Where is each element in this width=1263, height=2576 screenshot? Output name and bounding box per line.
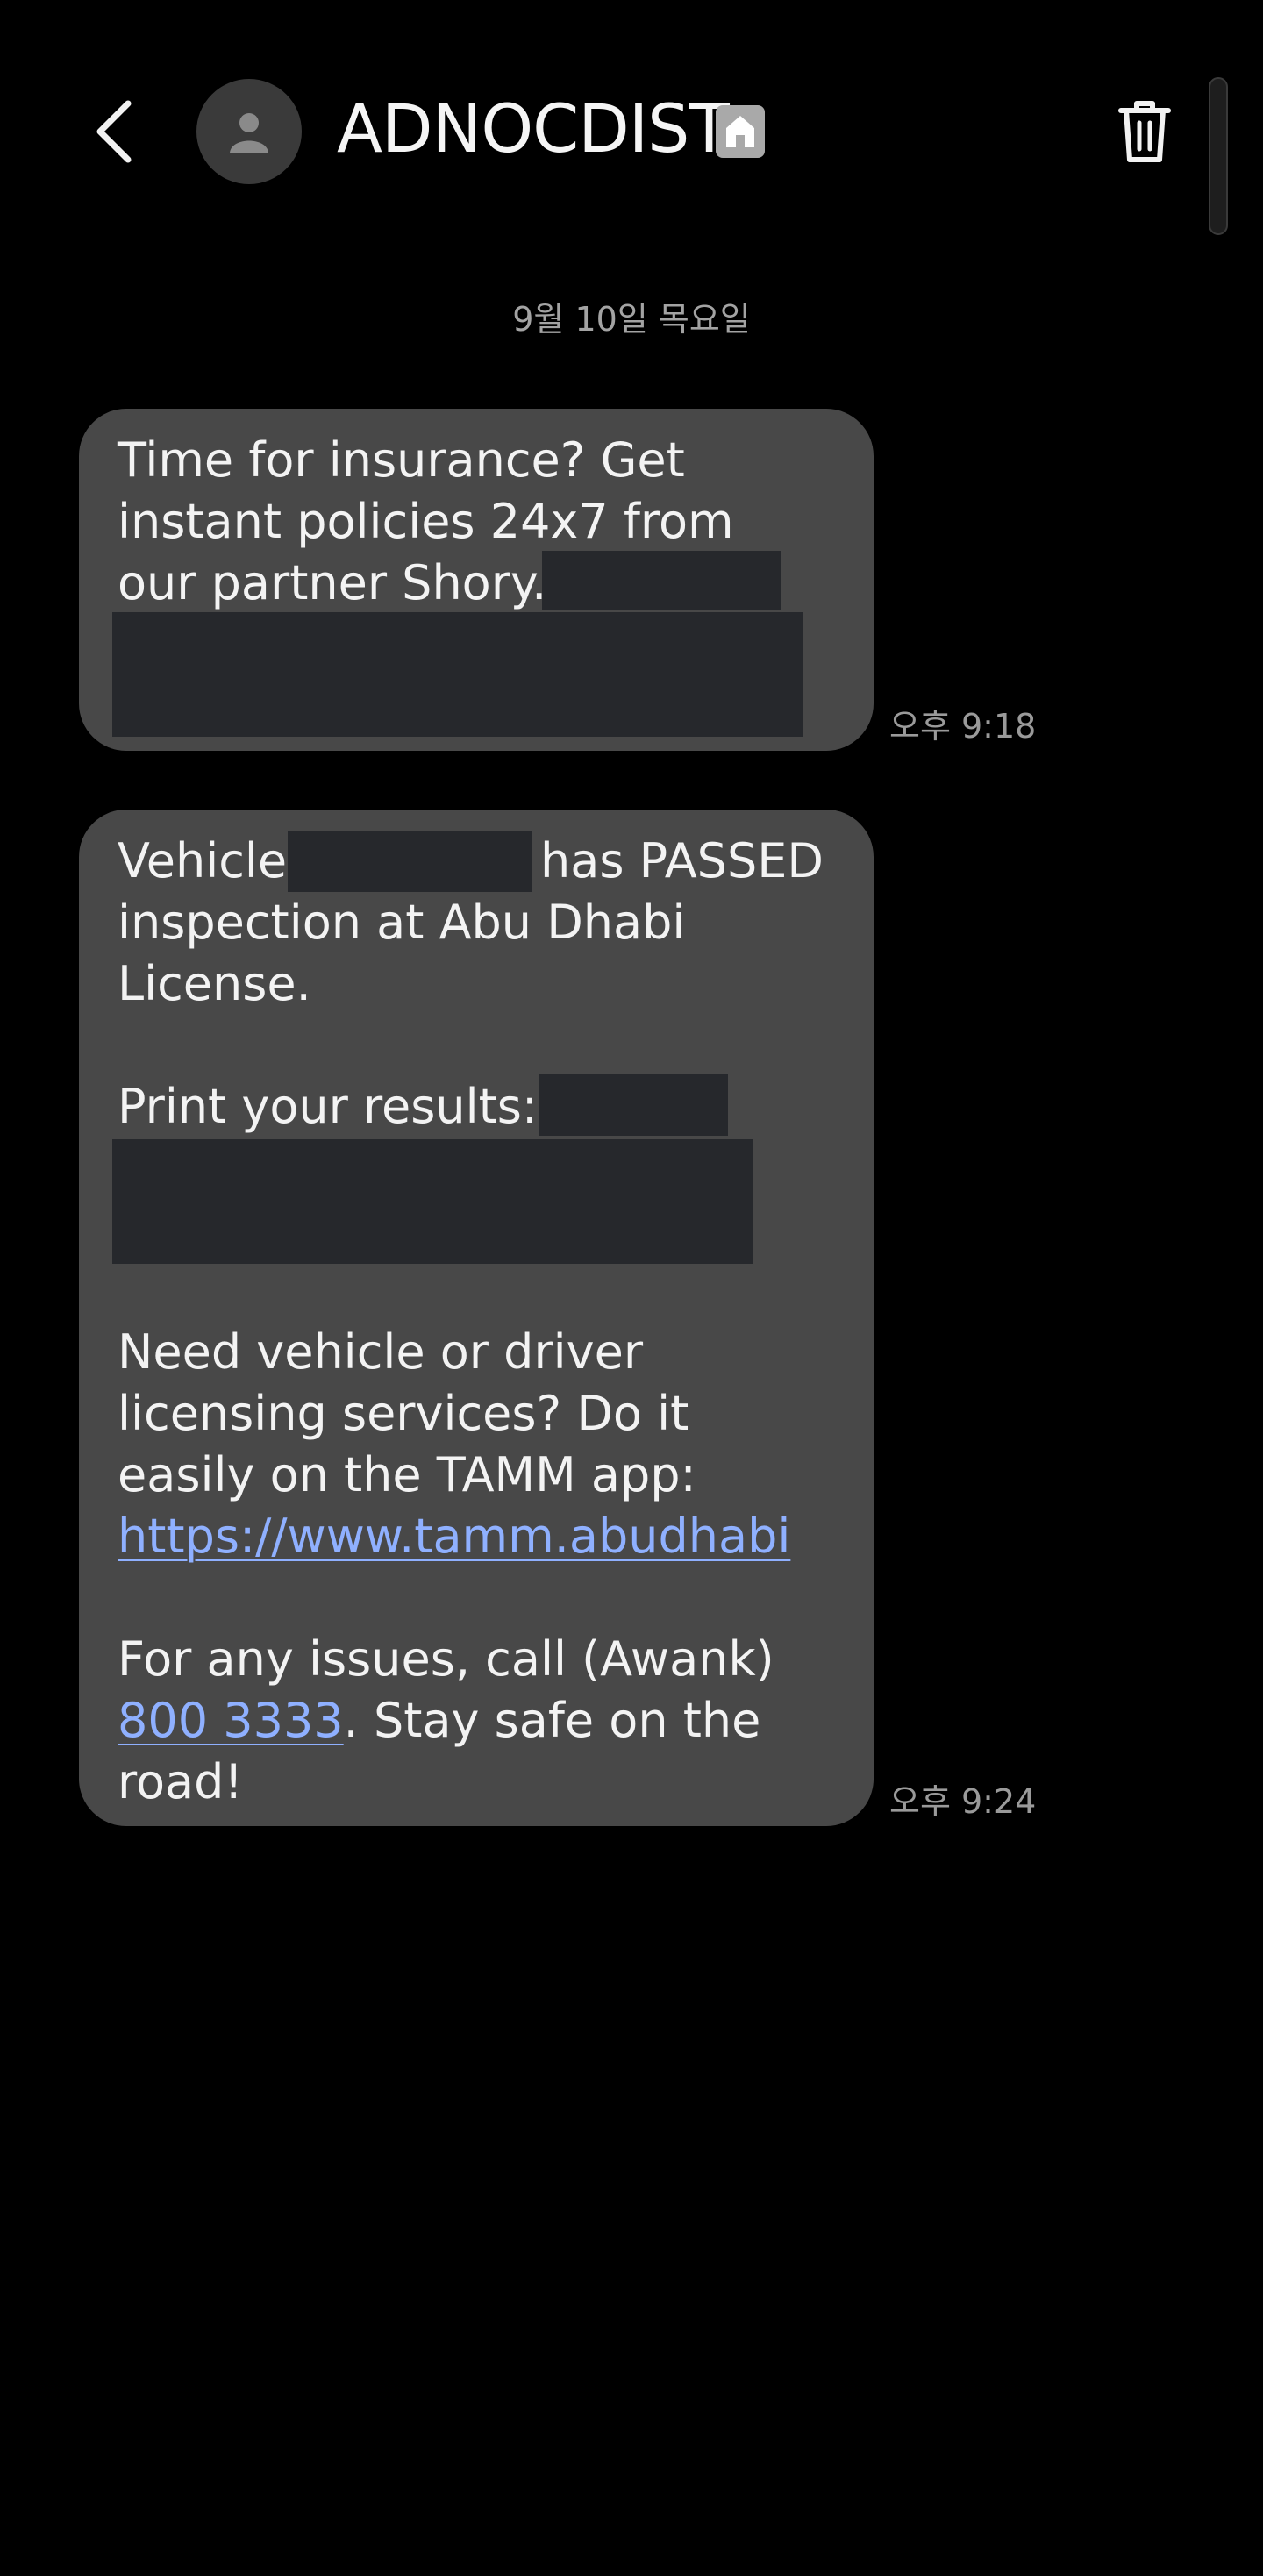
redacted-link: [539, 1074, 728, 1136]
person-icon: [230, 113, 268, 153]
phone-link[interactable]: 800 3333: [118, 1693, 344, 1748]
trash-icon: [1118, 101, 1171, 162]
back-button[interactable]: [88, 88, 140, 175]
message-text-line: 800 3333. Stay safe on the: [118, 1690, 760, 1752]
message-text-line: Time for insurance? Get: [118, 432, 685, 488]
date-separator: 9월 10일 목요일: [512, 300, 751, 339]
message-text-line: Vehicle: [118, 833, 288, 888]
conversation-header: ADNOCDIST: [0, 0, 1263, 263]
tamm-link[interactable]: https://www.tamm.abudhabi: [118, 1506, 790, 1567]
house-icon: [726, 116, 754, 147]
delete-button[interactable]: [1114, 96, 1175, 167]
business-badge: [716, 105, 765, 158]
redacted-link: [542, 551, 781, 610]
message-bubble[interactable]: Vehicle has PASSED inspection at Abu Dha…: [79, 810, 874, 1826]
contact-name[interactable]: ADNOCDIST: [337, 85, 730, 173]
message-text-line: road!: [118, 1754, 244, 1809]
message-text-line: inspection at Abu Dhabi: [118, 895, 686, 950]
message-text-line: our partner Shory.: [118, 555, 547, 610]
chevron-left-icon: [96, 100, 132, 163]
scrollbar[interactable]: [1209, 77, 1228, 235]
message-text-fragment: . Stay safe on the: [343, 1693, 761, 1748]
message-timestamp: 오후 9:18: [889, 707, 1037, 746]
redacted-block: [112, 1139, 753, 1264]
message-text-line: easily on the TAMM app:: [118, 1447, 696, 1502]
message-bubble[interactable]: Time for insurance? Get instant policies…: [79, 409, 874, 751]
message-timestamp: 오후 9:24: [889, 1782, 1037, 1821]
message-text-line: has PASSED: [540, 833, 824, 888]
avatar[interactable]: [196, 79, 302, 184]
message-text-line: licensing services? Do it: [118, 1386, 689, 1441]
message-text-line: Print your results:: [118, 1079, 539, 1134]
message-text-line: For any issues, call (Awank): [118, 1631, 774, 1687]
message-text-line: instant policies 24x7 from: [118, 494, 734, 549]
message-text-line: License.: [118, 956, 311, 1011]
redacted-block: [112, 612, 803, 737]
message-text-line: Need vehicle or driver: [118, 1324, 644, 1380]
redacted-plate: [288, 831, 532, 892]
